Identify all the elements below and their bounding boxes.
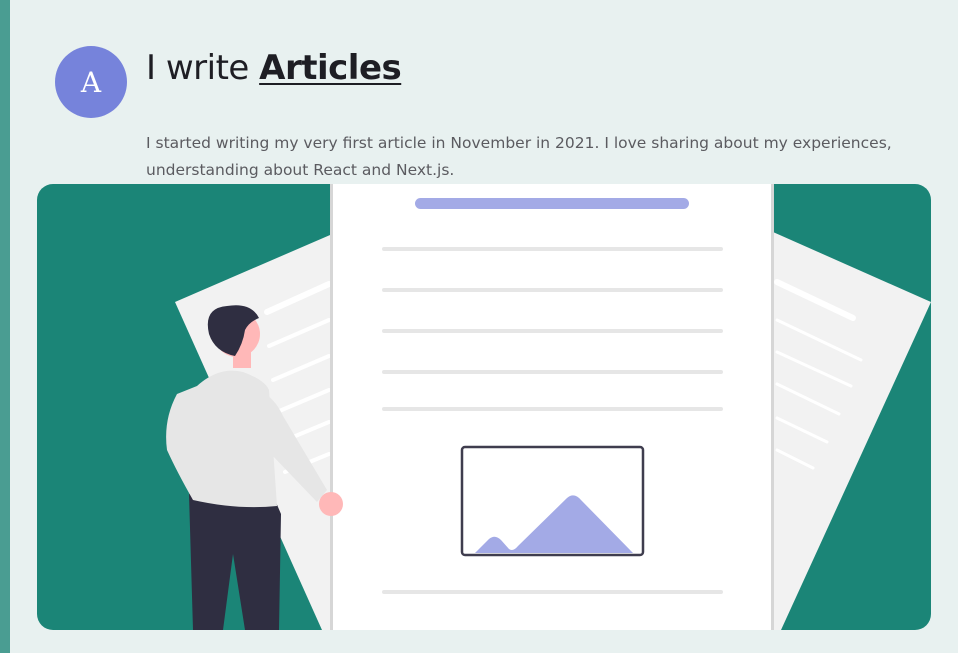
title-prefix: I write	[146, 48, 249, 88]
illustration-svg	[166, 184, 931, 630]
article-illustration	[37, 184, 931, 630]
title-keyword-link[interactable]: Articles	[259, 48, 402, 88]
avatar: A	[55, 46, 127, 118]
section-title: I write Articles	[146, 48, 402, 88]
article-section-card: A I write Articles I started writing my …	[0, 0, 958, 653]
back-page-right	[773, 232, 931, 630]
image-placeholder-icon	[460, 445, 645, 557]
document-title-bar	[415, 198, 689, 209]
avatar-letter: A	[80, 65, 102, 99]
section-description: I started writing my very first article …	[146, 133, 892, 179]
accent-bar	[0, 0, 10, 653]
main-document	[330, 184, 774, 630]
